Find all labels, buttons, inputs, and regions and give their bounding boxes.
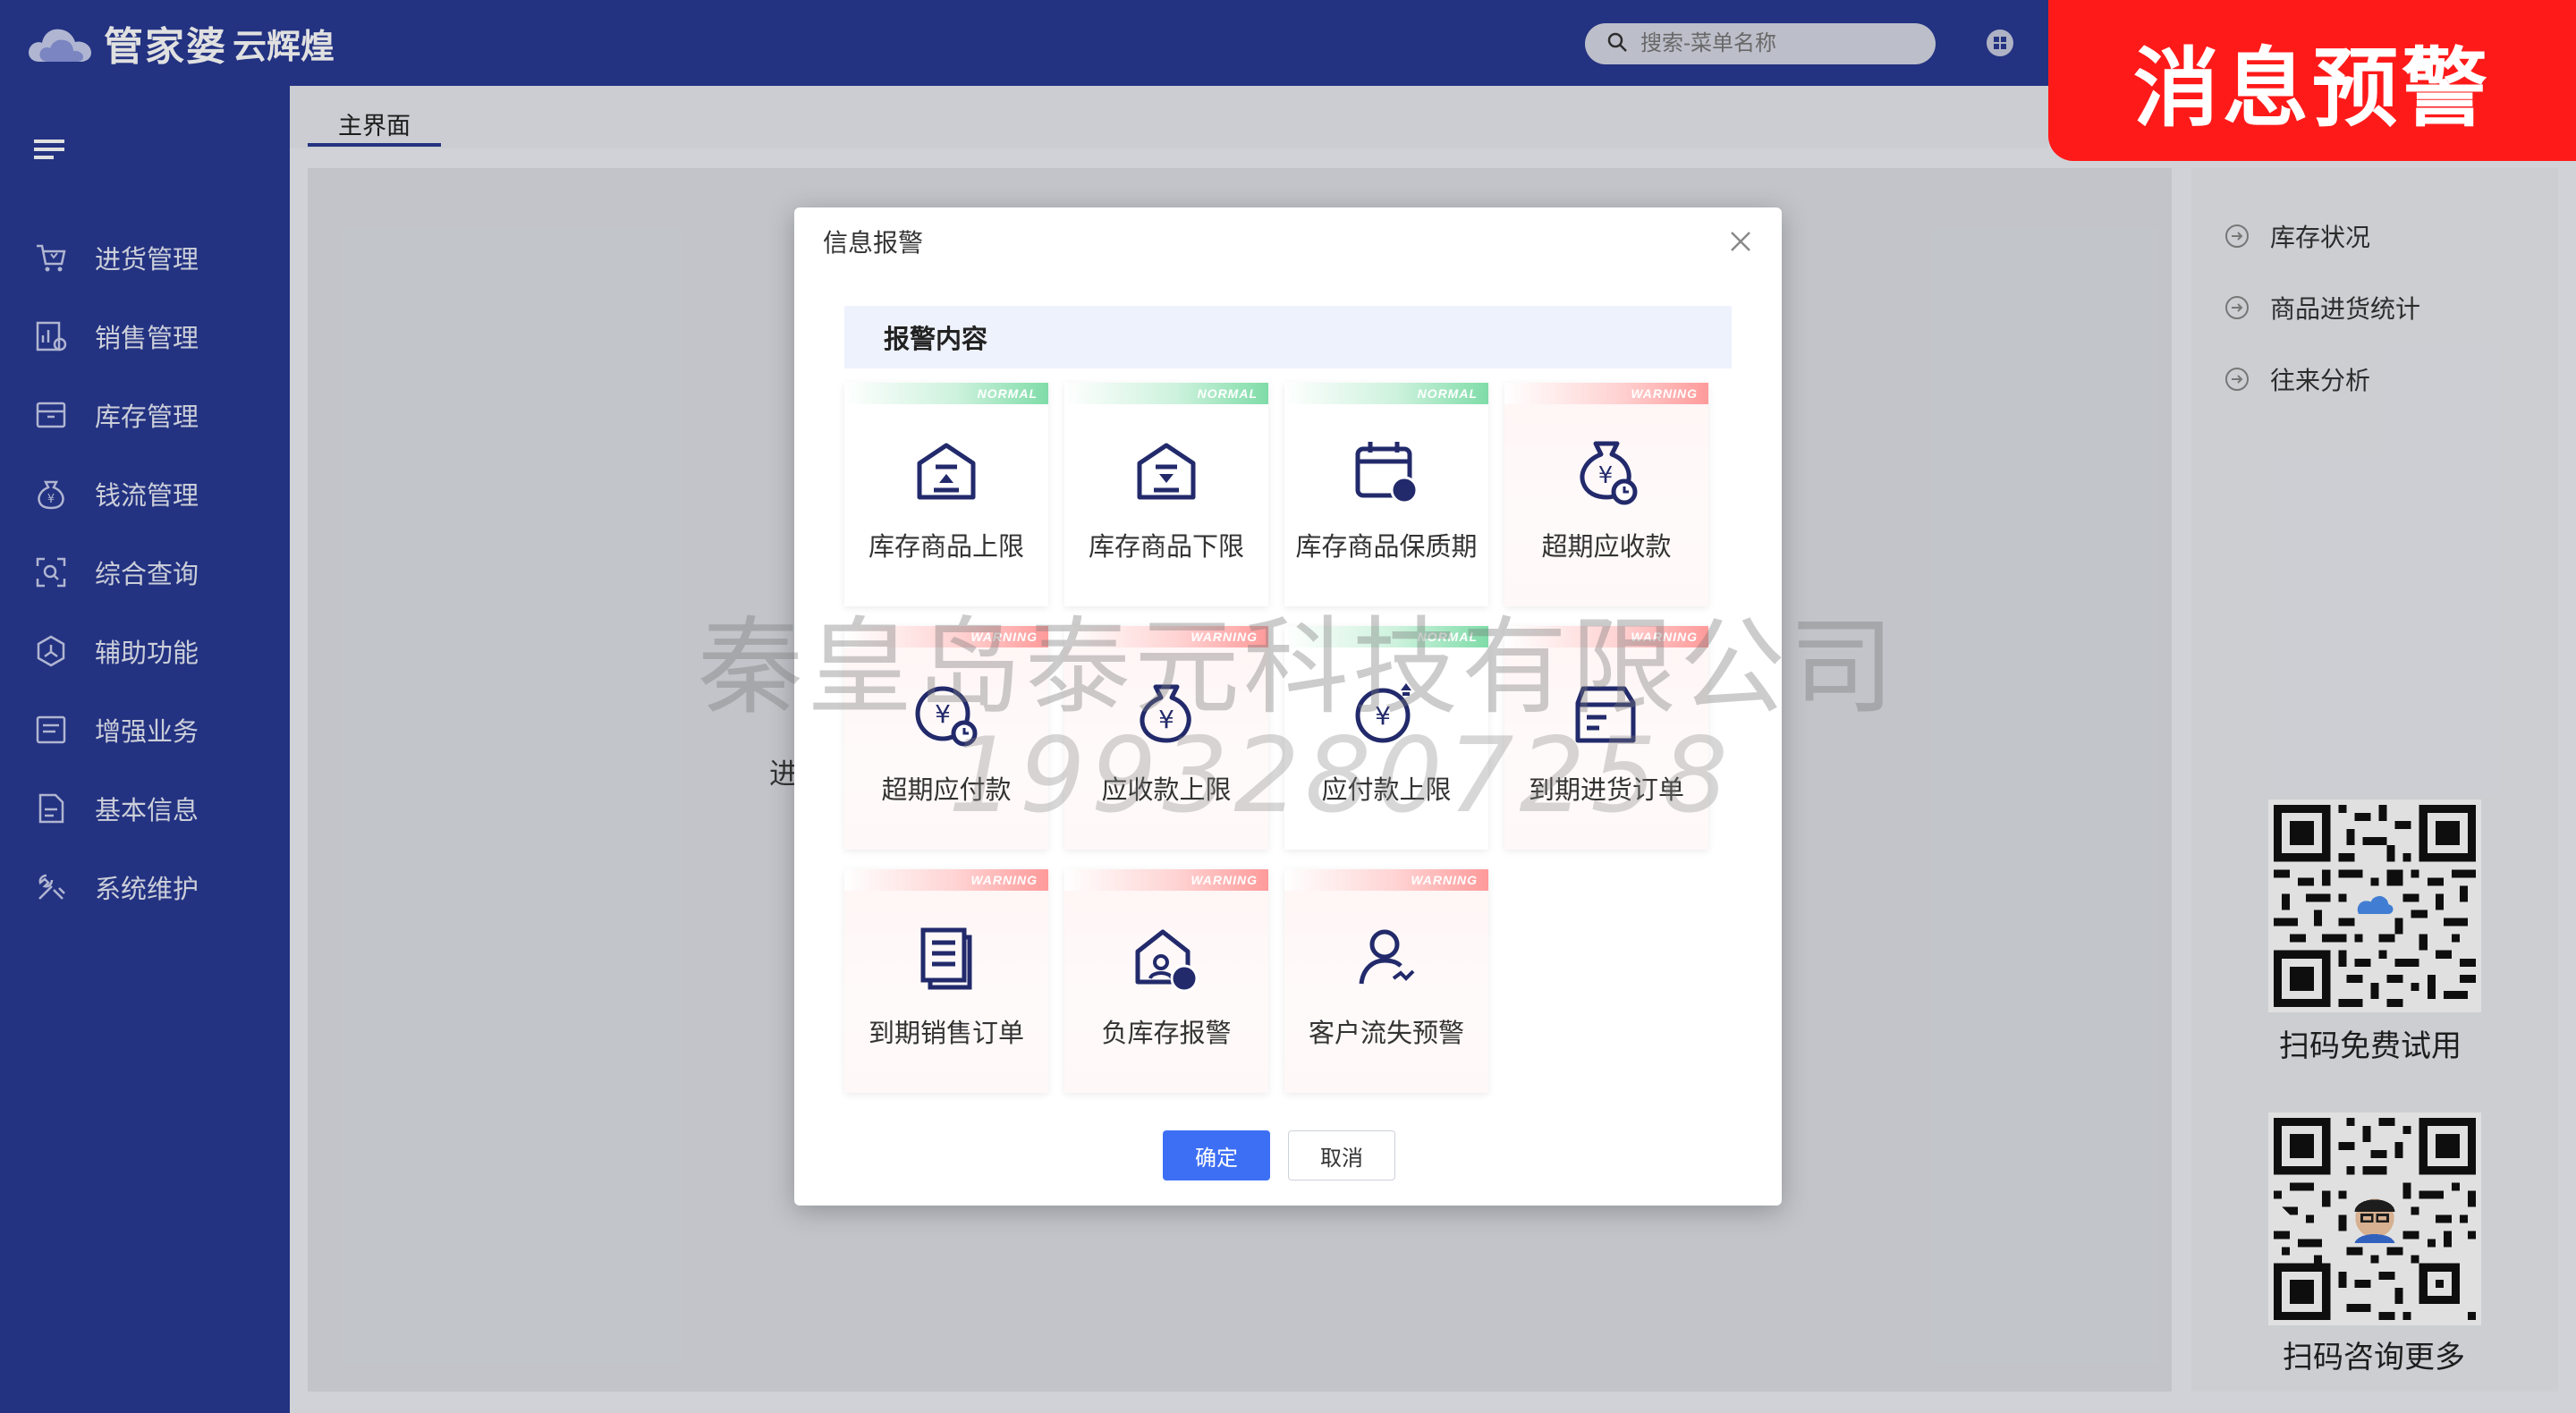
money-bag-clock-icon: ¥ [1571,436,1642,508]
card-stock-upper-limit[interactable]: NORMAL 库存商品上限 [844,383,1048,606]
promo-banner-text: 消息预警 [2133,38,2491,139]
negative-stock-icon [1131,923,1202,994]
close-icon[interactable] [1726,227,1755,256]
card-label: 库存商品下限 [1088,533,1244,562]
card-overdue-receivable[interactable]: WARNING ¥ 超期应收款 [1504,383,1708,606]
card-customer-loss[interactable]: WARNING 客户流失预警 [1284,869,1488,1093]
status-ribbon: WARNING [844,869,1048,891]
watermark-phone: 19932807258 [948,715,1733,836]
card-negative-stock[interactable]: WARNING 负库存报警 [1064,869,1268,1093]
card-stock-lower-limit[interactable]: NORMAL 库存商品下限 [1064,383,1268,606]
card-label: 客户流失预警 [1308,1020,1464,1048]
card-label: 库存商品上限 [868,533,1024,562]
customer-loss-icon [1351,923,1422,994]
section-header: 报警内容 [844,306,1732,368]
card-stock-shelf-life[interactable]: NORMAL 库存商品保质期 [1284,383,1488,606]
status-ribbon: WARNING [1504,383,1708,404]
section-title: 报警内容 [884,326,988,354]
card-label: 库存商品保质期 [1295,533,1478,562]
promo-banner: 消息预警 [2048,0,2576,161]
status-ribbon: NORMAL [1284,383,1488,404]
cancel-button[interactable]: 取消 [1288,1130,1395,1180]
status-ribbon: NORMAL [1064,383,1268,404]
dialog-title: 信息报警 [823,229,924,257]
card-label: 到期销售订单 [868,1020,1024,1048]
svg-text:¥: ¥ [1598,462,1614,489]
confirm-button[interactable]: 确定 [1163,1130,1270,1180]
warehouse-down-icon [1131,436,1202,508]
warehouse-up-icon [911,436,982,508]
card-due-sales-order[interactable]: WARNING 到期销售订单 [844,869,1048,1093]
status-ribbon: WARNING [1064,869,1268,891]
card-label: 超期应收款 [1541,533,1672,562]
watermark-company: 秦皇岛泰元科技有限公司 [698,605,1899,729]
card-label: 负库存报警 [1101,1020,1232,1048]
calendar-clock-icon [1351,436,1422,508]
status-ribbon: WARNING [1284,869,1488,891]
sales-doc-icon [911,923,982,994]
status-ribbon: NORMAL [844,383,1048,404]
